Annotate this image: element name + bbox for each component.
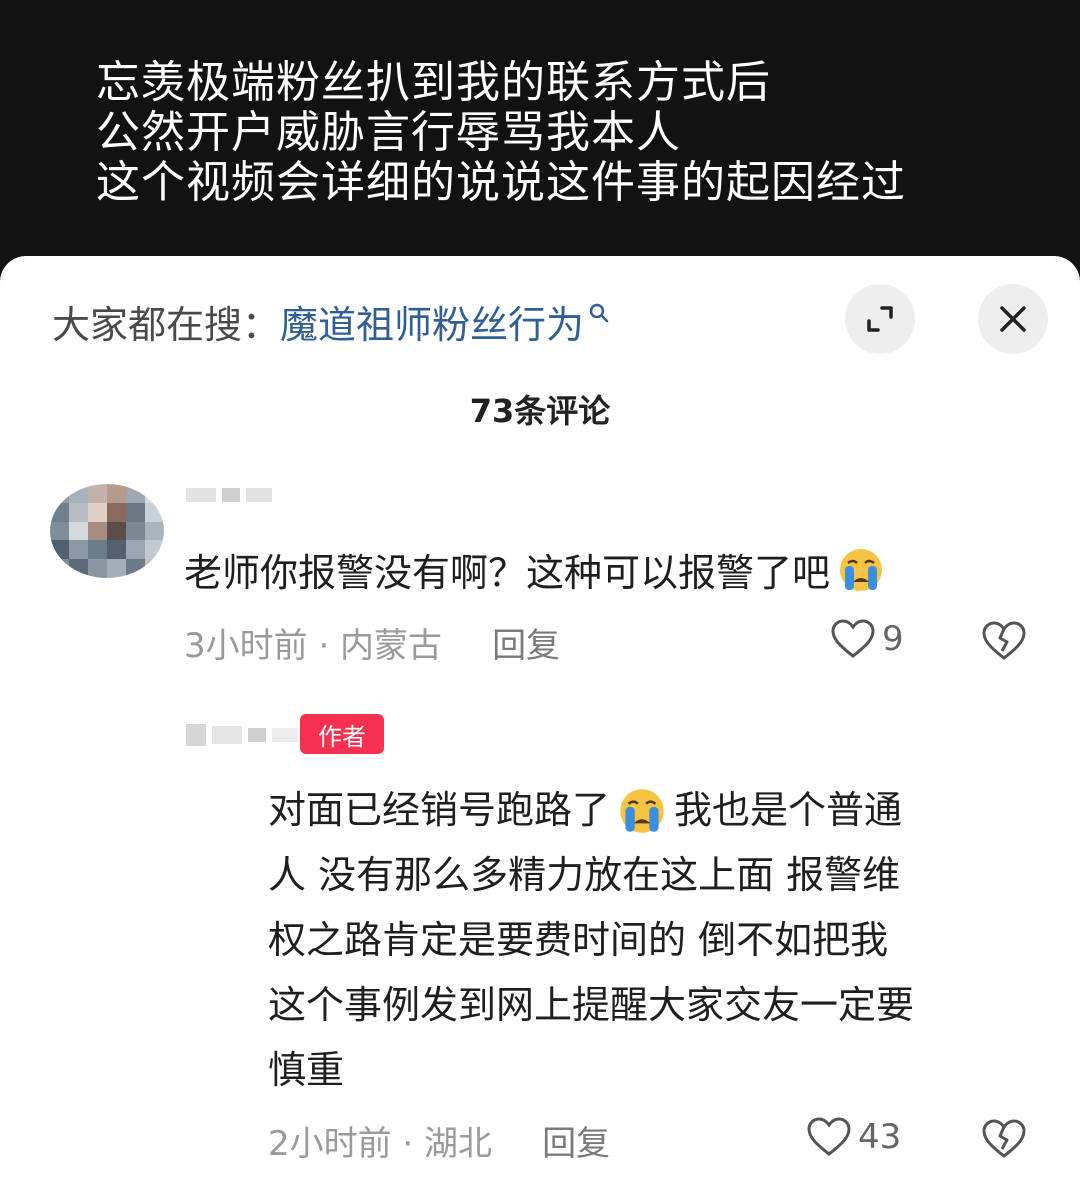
comment-count: 73条评论 xyxy=(469,392,611,430)
avatar[interactable] xyxy=(50,484,164,578)
comment-body: 老师你报警没有啊？这种可以报警了吧 xyxy=(184,551,831,595)
suggested-search-prefix: 大家都在搜： xyxy=(52,302,281,347)
comments-sheet: 大家都在搜： 魔道祖师粉丝行为 73条评论 老师你报警没有啊？这种可以报警了吧 xyxy=(0,256,1080,1181)
reply-line: 权之路肯定是要费时间的 倒不如把我 xyxy=(268,918,889,962)
username-blurred[interactable] xyxy=(186,488,272,502)
reply-line-part: 对面已经销号跑路了 xyxy=(268,788,611,832)
comment-meta: 3小时前 · 内蒙古 回复 xyxy=(184,618,560,667)
crying-face-emoji xyxy=(840,548,883,591)
reply-line: 对面已经销号跑路了 我也是个普通 xyxy=(268,778,1043,843)
author-badge: 作者 xyxy=(300,714,384,754)
close-button[interactable] xyxy=(978,284,1048,354)
reply-reply-button[interactable]: 回复 xyxy=(542,1116,610,1165)
reply-line-part: 我也是个普通 xyxy=(674,788,903,832)
reply-line: 人 没有那么多精力放在这上面 报警维 xyxy=(268,853,901,897)
suggested-search-link[interactable]: 魔道祖师粉丝行为 xyxy=(280,294,584,349)
reply-line: 慎重 xyxy=(268,1048,345,1092)
search-icon xyxy=(589,303,609,323)
video-caption: 忘羡极端粉丝扒到我的联系方式后 公然开户威胁言行辱骂我本人 这个视频会详细的说说… xyxy=(96,58,906,208)
caption-line: 公然开户威胁言行辱骂我本人 xyxy=(96,107,681,158)
heart-icon xyxy=(807,1117,851,1156)
reply-meta: 2小时前 · 湖北 回复 xyxy=(268,1116,610,1165)
suggested-search[interactable]: 大家都在搜： 魔道祖师粉丝行为 xyxy=(52,294,610,349)
caption-line: 这个视频会详细的说说这件事的起因经过 xyxy=(96,157,906,208)
comment-text: 老师你报警没有啊？这种可以报警了吧 xyxy=(184,542,892,597)
heart-icon xyxy=(831,619,875,658)
like-count: 9 xyxy=(882,619,904,659)
reply-text: 对面已经销号跑路了 我也是个普通 人 没有那么多精力放在这上面 报警维 权之路肯… xyxy=(268,778,1043,1103)
reply-like-count: 43 xyxy=(858,1117,902,1157)
broken-heart-icon xyxy=(982,621,1026,660)
reply-dislike-button[interactable] xyxy=(980,1118,1028,1164)
caption-line: 忘羡极端粉丝扒到我的联系方式后 xyxy=(96,57,771,108)
like-button[interactable]: 9 xyxy=(830,618,904,660)
close-icon xyxy=(1000,306,1026,332)
reply-line: 这个事例发到网上提醒大家交友一定要 xyxy=(268,983,915,1027)
reply-button[interactable]: 回复 xyxy=(492,618,560,667)
expand-icon xyxy=(867,306,893,332)
comment-time-location: 3小时前 · 内蒙古 xyxy=(184,626,443,666)
reply-username-blurred[interactable] xyxy=(186,724,298,746)
broken-heart-icon xyxy=(982,1119,1026,1158)
video-frame[interactable]: 忘羡极端粉丝扒到我的联系方式后 公然开户威胁言行辱骂我本人 这个视频会详细的说说… xyxy=(0,0,1080,270)
reply-time-location: 2小时前 · 湖北 xyxy=(268,1124,493,1164)
expand-button[interactable] xyxy=(845,284,915,354)
crying-face-emoji xyxy=(620,788,664,833)
dislike-button[interactable] xyxy=(980,620,1028,666)
reply-like-button[interactable]: 43 xyxy=(806,1116,901,1158)
